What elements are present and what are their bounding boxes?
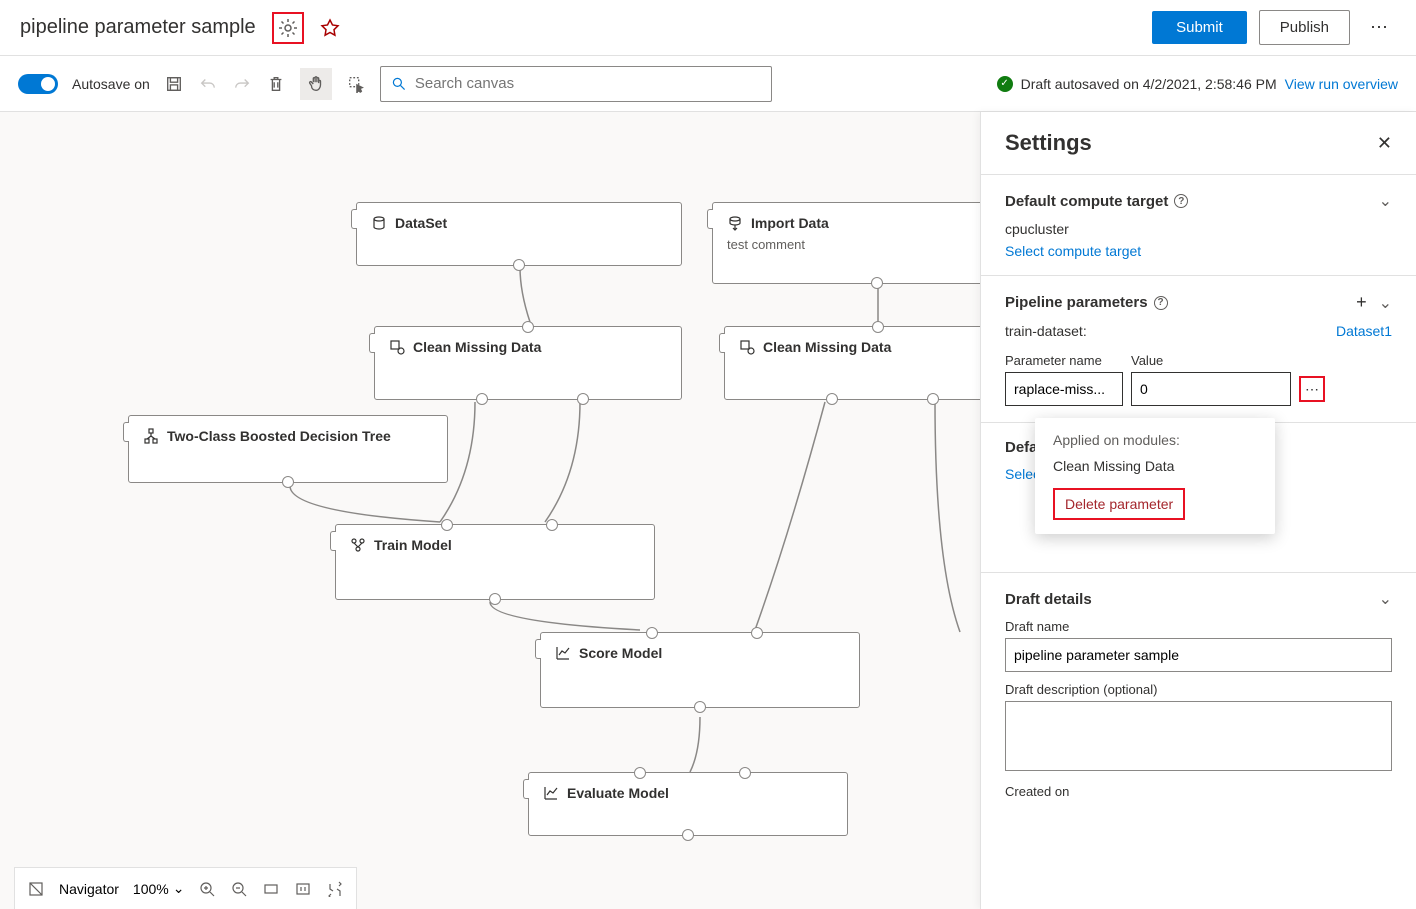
navigator-label[interactable]: Navigator xyxy=(59,881,119,897)
tree-icon xyxy=(143,428,159,444)
search-icon xyxy=(391,76,407,92)
train-dataset-value[interactable]: Dataset1 xyxy=(1336,323,1392,339)
redo-icon[interactable] xyxy=(232,74,252,94)
node-train-model[interactable]: Train Model xyxy=(335,524,655,600)
score-icon xyxy=(555,645,571,661)
toolbar: Autosave on ✓ Draft autosaved on 4/2/202… xyxy=(0,56,1416,112)
bottom-bar: Navigator 100%⌄ xyxy=(14,867,357,909)
compute-section-title: Default compute target xyxy=(1005,193,1168,210)
param-name-input[interactable] xyxy=(1005,372,1123,406)
chevron-down-icon[interactable]: ⌄ xyxy=(1379,191,1392,211)
param-name-label: Parameter name xyxy=(1005,353,1123,368)
node-evaluate-model[interactable]: Evaluate Model xyxy=(528,772,848,836)
gear-small-icon xyxy=(389,339,405,355)
draft-section-title: Draft details xyxy=(1005,591,1092,608)
import-icon xyxy=(727,215,743,231)
submit-button[interactable]: Submit xyxy=(1152,11,1247,44)
select-compute-link[interactable]: Select compute target xyxy=(1005,243,1392,259)
gear-small-icon xyxy=(739,339,755,355)
pipeline-title: pipeline parameter sample xyxy=(20,16,256,39)
param-value-label: Value xyxy=(1131,353,1163,368)
chevron-down-icon[interactable]: ⌄ xyxy=(1379,293,1392,313)
settings-gear-highlight[interactable] xyxy=(272,12,304,44)
check-icon: ✓ xyxy=(997,76,1013,92)
created-on-label: Created on xyxy=(1005,784,1392,799)
draft-desc-input[interactable] xyxy=(1005,701,1392,771)
train-icon xyxy=(350,537,366,553)
actual-size-icon[interactable] xyxy=(294,880,312,898)
node-two-class[interactable]: Two-Class Boosted Decision Tree xyxy=(128,415,448,483)
autosave-status: Draft autosaved on 4/2/2021, 2:58:46 PM xyxy=(1021,76,1277,92)
popup-module-item[interactable]: Clean Missing Data xyxy=(1053,458,1257,474)
param-popup: Applied on modules: Clean Missing Data D… xyxy=(1035,418,1275,534)
node-subtitle: test comment xyxy=(727,237,980,252)
params-section: Pipeline parameters ? + ⌄ train-dataset:… xyxy=(981,275,1416,422)
draft-desc-label: Draft description (optional) xyxy=(1005,682,1392,697)
close-icon[interactable]: ✕ xyxy=(1377,133,1392,154)
save-icon[interactable] xyxy=(164,74,184,94)
compute-section: Default compute target ? ⌄ cpucluster Se… xyxy=(981,174,1416,275)
zoom-level[interactable]: 100%⌄ xyxy=(133,880,185,897)
node-dataset[interactable]: DataSet xyxy=(356,202,682,266)
param-more-icon[interactable]: ⋯ xyxy=(1299,376,1325,402)
param-value-input[interactable] xyxy=(1131,372,1291,406)
delete-parameter-button[interactable]: Delete parameter xyxy=(1053,488,1185,520)
node-title: Two-Class Boosted Decision Tree xyxy=(167,428,391,444)
draft-name-input[interactable] xyxy=(1005,638,1392,672)
chevron-down-icon[interactable]: ⌄ xyxy=(1379,589,1392,609)
popup-label: Applied on modules: xyxy=(1053,432,1257,448)
star-icon[interactable] xyxy=(320,18,340,38)
gear-icon xyxy=(278,18,298,38)
node-title: Evaluate Model xyxy=(567,785,669,801)
select-icon[interactable] xyxy=(346,74,366,94)
settings-panel: Settings ✕ Default compute target ? ⌄ cp… xyxy=(980,112,1416,909)
node-title: Clean Missing Data xyxy=(413,339,541,355)
node-title: Import Data xyxy=(751,215,829,231)
undo-icon[interactable] xyxy=(198,74,218,94)
node-clean-missing-1[interactable]: Clean Missing Data xyxy=(374,326,682,400)
train-dataset-label: train-dataset: xyxy=(1005,323,1087,339)
search-input[interactable] xyxy=(415,75,761,92)
more-actions-icon[interactable]: ⋯ xyxy=(1362,17,1396,38)
node-title: Score Model xyxy=(579,645,662,661)
add-param-icon[interactable]: + xyxy=(1356,292,1367,313)
fit-screen-icon[interactable] xyxy=(262,880,280,898)
node-title: Train Model xyxy=(374,537,452,553)
node-import-data[interactable]: Import Data test comment xyxy=(712,202,980,284)
chevron-down-icon: ⌄ xyxy=(173,880,185,897)
node-title: DataSet xyxy=(395,215,447,231)
settings-title: Settings xyxy=(1005,130,1092,156)
draft-section: Draft details ⌄ Draft name Draft descrip… xyxy=(981,572,1416,815)
autosave-label: Autosave on xyxy=(72,76,150,92)
status-group: ✓ Draft autosaved on 4/2/2021, 2:58:46 P… xyxy=(997,76,1398,92)
publish-button[interactable]: Publish xyxy=(1259,10,1350,45)
node-clean-missing-2[interactable]: Clean Missing Data xyxy=(724,326,980,400)
pipeline-canvas[interactable]: DataSet Import Data test comment Clean M… xyxy=(0,112,980,909)
search-canvas-box[interactable] xyxy=(380,66,772,102)
help-icon[interactable]: ? xyxy=(1174,194,1188,208)
navigator-icon[interactable] xyxy=(27,880,45,898)
pan-icon[interactable] xyxy=(300,68,332,100)
auto-layout-icon[interactable] xyxy=(326,880,344,898)
autosave-toggle[interactable] xyxy=(18,74,58,94)
params-section-title: Pipeline parameters xyxy=(1005,294,1148,311)
node-score-model[interactable]: Score Model xyxy=(540,632,860,708)
view-run-link[interactable]: View run overview xyxy=(1285,76,1398,92)
header-bar: pipeline parameter sample Submit Publish… xyxy=(0,0,1416,56)
draft-name-label: Draft name xyxy=(1005,619,1392,634)
database-icon xyxy=(371,215,387,231)
zoom-in-icon[interactable] xyxy=(198,880,216,898)
compute-name: cpucluster xyxy=(1005,221,1392,237)
delete-icon[interactable] xyxy=(266,74,286,94)
help-icon[interactable]: ? xyxy=(1154,296,1168,310)
node-title: Clean Missing Data xyxy=(763,339,891,355)
zoom-out-icon[interactable] xyxy=(230,880,248,898)
evaluate-icon xyxy=(543,785,559,801)
